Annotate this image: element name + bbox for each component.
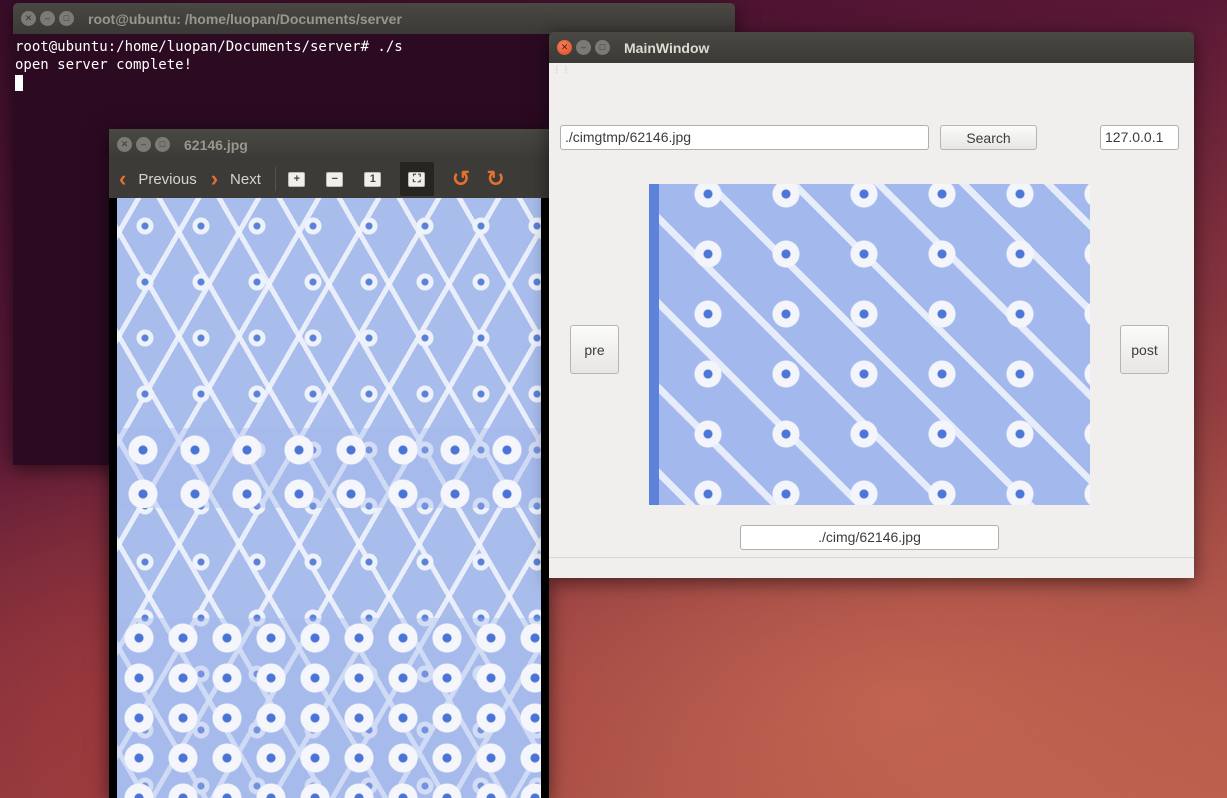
minimize-icon[interactable]: – bbox=[576, 40, 591, 55]
main-window: ✕ – □ MainWindow ⋮⋮ ./cimgtmp/62146.jpg … bbox=[549, 32, 1194, 578]
close-icon[interactable]: ✕ bbox=[117, 137, 132, 152]
lace-band bbox=[117, 618, 541, 798]
statusbar-divider bbox=[549, 557, 1194, 558]
close-icon[interactable]: ✕ bbox=[557, 40, 572, 55]
lace-image bbox=[117, 198, 541, 798]
minimize-icon[interactable]: – bbox=[136, 137, 151, 152]
image-canvas[interactable] bbox=[109, 198, 549, 798]
terminal-title: root@ubuntu: /home/luopan/Documents/serv… bbox=[88, 10, 402, 27]
close-icon[interactable]: ✕ bbox=[21, 11, 36, 26]
viewer-titlebar[interactable]: ✕ – □ 62146.jpg bbox=[109, 129, 549, 160]
mainwindow-title: MainWindow bbox=[624, 39, 710, 56]
ip-input[interactable]: 127.0.0.1 bbox=[1100, 125, 1179, 150]
next-button[interactable]: › Next bbox=[211, 168, 261, 190]
toolbar-grip-icon[interactable]: ⋮⋮ bbox=[553, 65, 571, 74]
best-fit-icon[interactable]: ⛶ bbox=[399, 162, 434, 196]
mainwindow-titlebar[interactable]: ✕ – □ MainWindow bbox=[549, 32, 1194, 63]
chevron-right-icon: › bbox=[210, 166, 219, 191]
image-viewer-window: ✕ – □ 62146.jpg ‹ Previous › Next + − 1 … bbox=[109, 129, 549, 798]
rotate-right-icon[interactable]: ↻ bbox=[486, 168, 504, 190]
normal-size-icon[interactable]: 1 bbox=[362, 168, 384, 190]
image-edge bbox=[649, 184, 659, 505]
next-label: Next bbox=[230, 170, 261, 188]
result-image bbox=[649, 184, 1090, 505]
pre-button[interactable]: pre bbox=[570, 325, 619, 374]
path-input[interactable]: ./cimgtmp/62146.jpg bbox=[560, 125, 929, 150]
maximize-icon[interactable]: □ bbox=[155, 137, 170, 152]
chevron-left-icon: ‹ bbox=[119, 166, 127, 191]
post-button[interactable]: post bbox=[1120, 325, 1169, 374]
maximize-icon[interactable]: □ bbox=[595, 40, 610, 55]
result-path-field[interactable]: ./cimg/62146.jpg bbox=[740, 525, 999, 550]
viewer-title: 62146.jpg bbox=[184, 136, 248, 153]
lace-band bbox=[117, 428, 541, 508]
toolbar-divider bbox=[274, 167, 276, 191]
previous-button[interactable]: ‹ Previous bbox=[119, 168, 197, 190]
terminal-titlebar[interactable]: ✕ – □ root@ubuntu: /home/luopan/Document… bbox=[13, 3, 735, 34]
search-button[interactable]: Search bbox=[940, 125, 1037, 150]
zoom-out-icon[interactable]: − bbox=[324, 168, 346, 190]
minimize-icon[interactable]: – bbox=[40, 11, 55, 26]
mainwindow-body: ⋮⋮ ./cimgtmp/62146.jpg Search 127.0.0.1 … bbox=[549, 63, 1194, 578]
viewer-toolbar: ‹ Previous › Next + − 1 ⛶ ↺ ↻ bbox=[109, 160, 549, 198]
terminal-cursor bbox=[15, 75, 23, 91]
previous-label: Previous bbox=[138, 170, 197, 188]
rotate-left-icon[interactable]: ↺ bbox=[452, 168, 470, 190]
maximize-icon[interactable]: □ bbox=[59, 11, 74, 26]
zoom-in-icon[interactable]: + bbox=[286, 168, 308, 190]
